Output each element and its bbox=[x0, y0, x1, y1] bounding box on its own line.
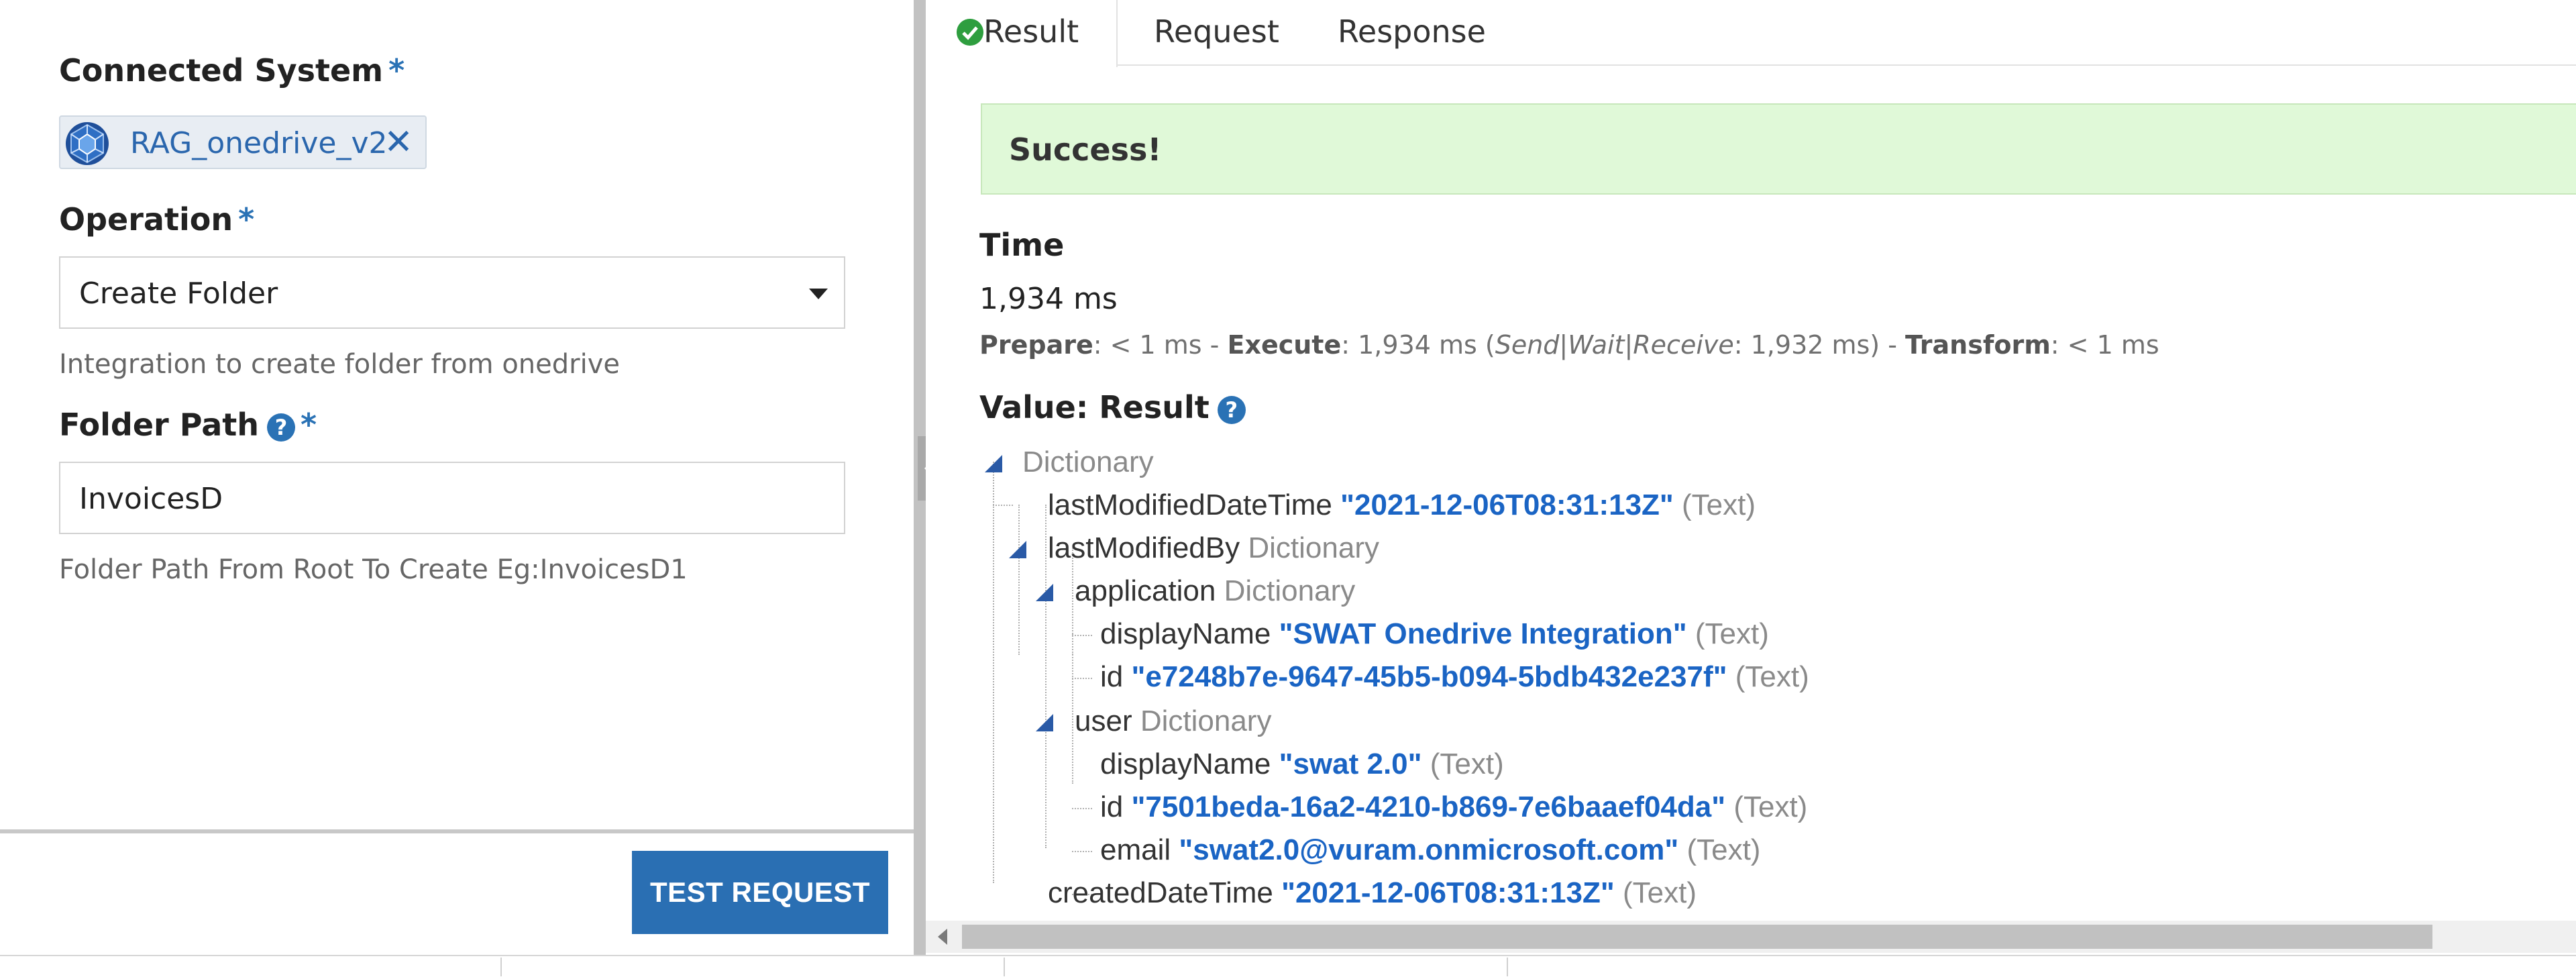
horizontal-scrollbar[interactable] bbox=[926, 921, 2576, 953]
execute-label: Execute bbox=[1227, 330, 1342, 360]
tab-response[interactable]: Response bbox=[1338, 0, 1486, 66]
folder-path-label: Folder Path? * bbox=[59, 407, 317, 443]
prepare-label: Prepare bbox=[979, 330, 1093, 360]
required-asterisk: * bbox=[238, 201, 255, 238]
send-wait-receive-value: : 1,932 ms) - bbox=[1733, 330, 1906, 360]
tree-node: lastModifiedBy Dictionary bbox=[1048, 531, 1379, 564]
tree-node: id "7501beda-16a2-4210-b869-7e6baaef04da… bbox=[1100, 790, 1808, 823]
tree-node: user Dictionary bbox=[1075, 705, 1272, 737]
tree-node: id "e7248b7e-9647-45b5-b094-5bdb432e237f… bbox=[1100, 660, 1809, 693]
connected-system-name[interactable]: RAG_onedrive_v2 bbox=[130, 126, 387, 160]
help-icon[interactable]: ? bbox=[267, 413, 296, 442]
tree-node: application Dictionary bbox=[1075, 574, 1356, 607]
transform-value: : < 1 ms bbox=[2050, 330, 2159, 360]
caret-down-icon[interactable] bbox=[809, 289, 828, 299]
tab-request[interactable]: Request bbox=[1154, 0, 1279, 66]
tree-guide bbox=[1072, 633, 1073, 784]
test-request-button[interactable]: TEST REQUEST bbox=[632, 851, 888, 934]
tree-collapse-icon[interactable] bbox=[1036, 714, 1053, 731]
required-asterisk: * bbox=[301, 407, 317, 443]
tree-guide bbox=[1045, 505, 1046, 848]
operation-label: Operation * bbox=[59, 201, 255, 238]
prepare-value: : < 1 ms - bbox=[1093, 330, 1228, 360]
folder-path-helper: Folder Path From Root To Create Eg:Invoi… bbox=[59, 554, 688, 585]
time-value: 1,934 ms bbox=[979, 282, 1118, 316]
tree-guide bbox=[1072, 635, 1092, 636]
bottom-strip bbox=[0, 955, 2576, 977]
strip-divider bbox=[1507, 958, 1508, 976]
tree-collapse-icon[interactable] bbox=[1009, 541, 1026, 558]
tree-node: createdDateTime "2021-12-06T08:31:13Z" (… bbox=[1048, 876, 1697, 909]
time-breakdown: Prepare: < 1 ms - Execute: 1,934 ms (Sen… bbox=[979, 330, 2159, 360]
panel-divider bbox=[0, 829, 914, 833]
integration-config-panel: Connected System * RAG_onedrive_v2 ✕ Oper… bbox=[0, 0, 914, 955]
operation-selected-value: Create Folder bbox=[79, 276, 278, 311]
tree-guide bbox=[1072, 851, 1092, 852]
close-icon[interactable]: ✕ bbox=[380, 122, 417, 162]
connected-system-chip[interactable]: RAG_onedrive_v2 ✕ bbox=[59, 115, 427, 169]
tree-root: Dictionary bbox=[1022, 446, 1154, 478]
scroll-left-icon[interactable] bbox=[938, 929, 947, 945]
connected-system-logo-icon bbox=[66, 122, 109, 165]
tree-guide bbox=[993, 505, 1013, 506]
result-tree: Dictionary lastModifiedDateTime "2021-12… bbox=[926, 435, 2576, 925]
time-heading: Time bbox=[979, 227, 1065, 263]
required-asterisk: * bbox=[388, 52, 405, 89]
tree-guide bbox=[1072, 678, 1092, 679]
scrollbar-thumb[interactable] bbox=[962, 925, 2432, 949]
transform-label: Transform bbox=[1905, 330, 2051, 360]
strip-divider bbox=[1004, 958, 1005, 976]
tab-result-label: Result bbox=[983, 13, 1079, 50]
tree-node: email "swat2.0@vuram.onmicrosoft.com" (T… bbox=[1100, 833, 1761, 866]
tree-node: displayName "SWAT Onedrive Integration" … bbox=[1100, 617, 1769, 650]
folder-path-value[interactable]: InvoicesD bbox=[79, 482, 223, 516]
check-circle-icon bbox=[957, 19, 983, 46]
tree-guide bbox=[1072, 808, 1092, 809]
tree-guide bbox=[1018, 505, 1020, 655]
folder-path-input[interactable]: InvoicesD bbox=[59, 462, 845, 534]
send-wait-receive-label: Send|Wait|Receive bbox=[1495, 330, 1734, 360]
connected-system-label: Connected System * bbox=[59, 52, 405, 89]
help-icon[interactable]: ? bbox=[1217, 395, 1246, 424]
tree-node: lastModifiedDateTime "2021-12-06T08:31:1… bbox=[1048, 488, 1756, 521]
tree-collapse-icon[interactable] bbox=[1036, 584, 1053, 601]
tree-collapse-icon[interactable] bbox=[985, 455, 1002, 472]
tree-guide bbox=[993, 462, 994, 883]
tree-node: displayName "swat 2.0" (Text) bbox=[1100, 748, 1504, 780]
result-panel: Result Request Response Success! Time 1,… bbox=[926, 0, 2576, 955]
success-banner: Success! bbox=[981, 103, 2576, 195]
execute-value: : 1,934 ms ( bbox=[1341, 330, 1495, 360]
value-heading: Value: Result? bbox=[979, 389, 1246, 425]
strip-divider bbox=[500, 958, 502, 976]
result-tabs: Result Request Response bbox=[926, 0, 2576, 67]
operation-dropdown[interactable]: Create Folder bbox=[59, 256, 845, 329]
success-message: Success! bbox=[1009, 132, 1162, 168]
operation-description: Integration to create folder from onedri… bbox=[59, 349, 620, 380]
tab-result[interactable]: Result bbox=[926, 0, 1118, 67]
